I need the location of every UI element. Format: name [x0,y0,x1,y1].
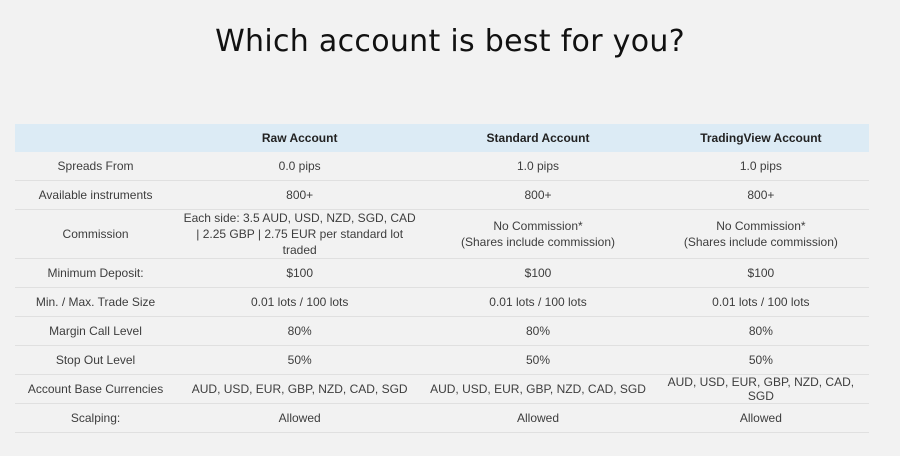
cell-tradingview-line-1: No Commission* [716,219,806,233]
cell-tradingview-line-2: (Shares include commission) [683,235,838,249]
table-row-stop-out-level: Stop Out Level 50% 50% 50% [15,345,869,375]
row-label: Account Base Currencies [15,374,177,404]
row-label: Scalping: [15,403,177,433]
cell-raw: 50% [176,345,424,375]
cell-standard: 50% [423,345,653,375]
cell-raw: 80% [176,316,424,346]
header-cell-empty [15,124,176,152]
table-row-available-instruments: Available instruments 800+ 800+ 800+ [15,180,869,210]
cell-standard: No Commission* (Shares include commissio… [423,209,653,259]
cell-standard: AUD, USD, EUR, GBP, NZD, CAD, SGD [423,374,653,404]
table-row-margin-call-level: Margin Call Level 80% 80% 80% [15,316,869,346]
table-row-trade-size: Min. / Max. Trade Size 0.01 lots / 100 l… [15,287,869,317]
cell-tradingview: AUD, USD, EUR, GBP, NZD, CAD, SGD [652,374,869,404]
cell-tradingview: $100 [652,258,869,288]
cell-standard-line-1: No Commission* [493,219,583,233]
table-row-minimum-deposit: Minimum Deposit: $100 $100 $100 [15,258,869,288]
cell-standard: Allowed [423,403,653,433]
cell-standard: $100 [423,258,653,288]
cell-tradingview: 50% [652,345,869,375]
cell-raw-line-2: | 2.25 GBP | 2.75 EUR per standard lot t… [196,227,404,257]
cell-raw: Each side: 3.5 AUD, USD, NZD, SGD, CAD |… [176,209,424,259]
cell-tradingview: 1.0 pips [652,152,869,181]
table-row-spreads-from: Spreads From 0.0 pips 1.0 pips 1.0 pips [15,152,869,181]
cell-raw: Allowed [176,403,424,433]
row-label: Commission [15,209,177,259]
cell-standard: 800+ [423,180,653,210]
cell-standard-line-2: (Shares include commission) [460,235,616,249]
cell-tradingview: No Commission* (Shares include commissio… [652,209,869,259]
cell-raw-line-1: Each side: 3.5 AUD, USD, NZD, SGD, CAD [183,211,416,225]
cell-raw: 0.0 pips [176,152,424,181]
row-label: Stop Out Level [15,345,177,375]
header-cell-tradingview-account: TradingView Account [700,131,822,145]
cell-standard: 1.0 pips [423,152,653,181]
cell-tradingview: Allowed [652,403,869,433]
row-label: Margin Call Level [15,316,177,346]
cell-raw: 800+ [176,180,424,210]
cell-raw: AUD, USD, EUR, GBP, NZD, CAD, SGD [176,374,424,404]
row-label: Min. / Max. Trade Size [15,287,177,317]
row-label: Available instruments [15,180,177,210]
cell-tradingview: 800+ [652,180,869,210]
cell-tradingview: 0.01 lots / 100 lots [652,287,869,317]
page-title: Which account is best for you? [215,24,685,59]
cell-tradingview: 80% [652,316,869,346]
row-label: Spreads From [15,152,177,181]
cell-raw: 0.01 lots / 100 lots [176,287,424,317]
table-row-base-currencies: Account Base Currencies AUD, USD, EUR, G… [15,374,869,404]
cell-standard: 0.01 lots / 100 lots [423,287,653,317]
table-header-row: Raw Account Standard Account TradingView… [15,124,869,152]
header-cell-standard-account: Standard Account [486,131,590,145]
table-row-commission: Commission Each side: 3.5 AUD, USD, NZD,… [15,209,869,259]
cell-raw: $100 [176,258,424,288]
cell-standard: 80% [423,316,653,346]
table-row-scalping: Scalping: Allowed Allowed Allowed [15,403,869,433]
account-comparison-table: Raw Account Standard Account TradingView… [15,124,869,433]
row-label: Minimum Deposit: [15,258,177,288]
header-cell-raw-account: Raw Account [261,131,338,145]
